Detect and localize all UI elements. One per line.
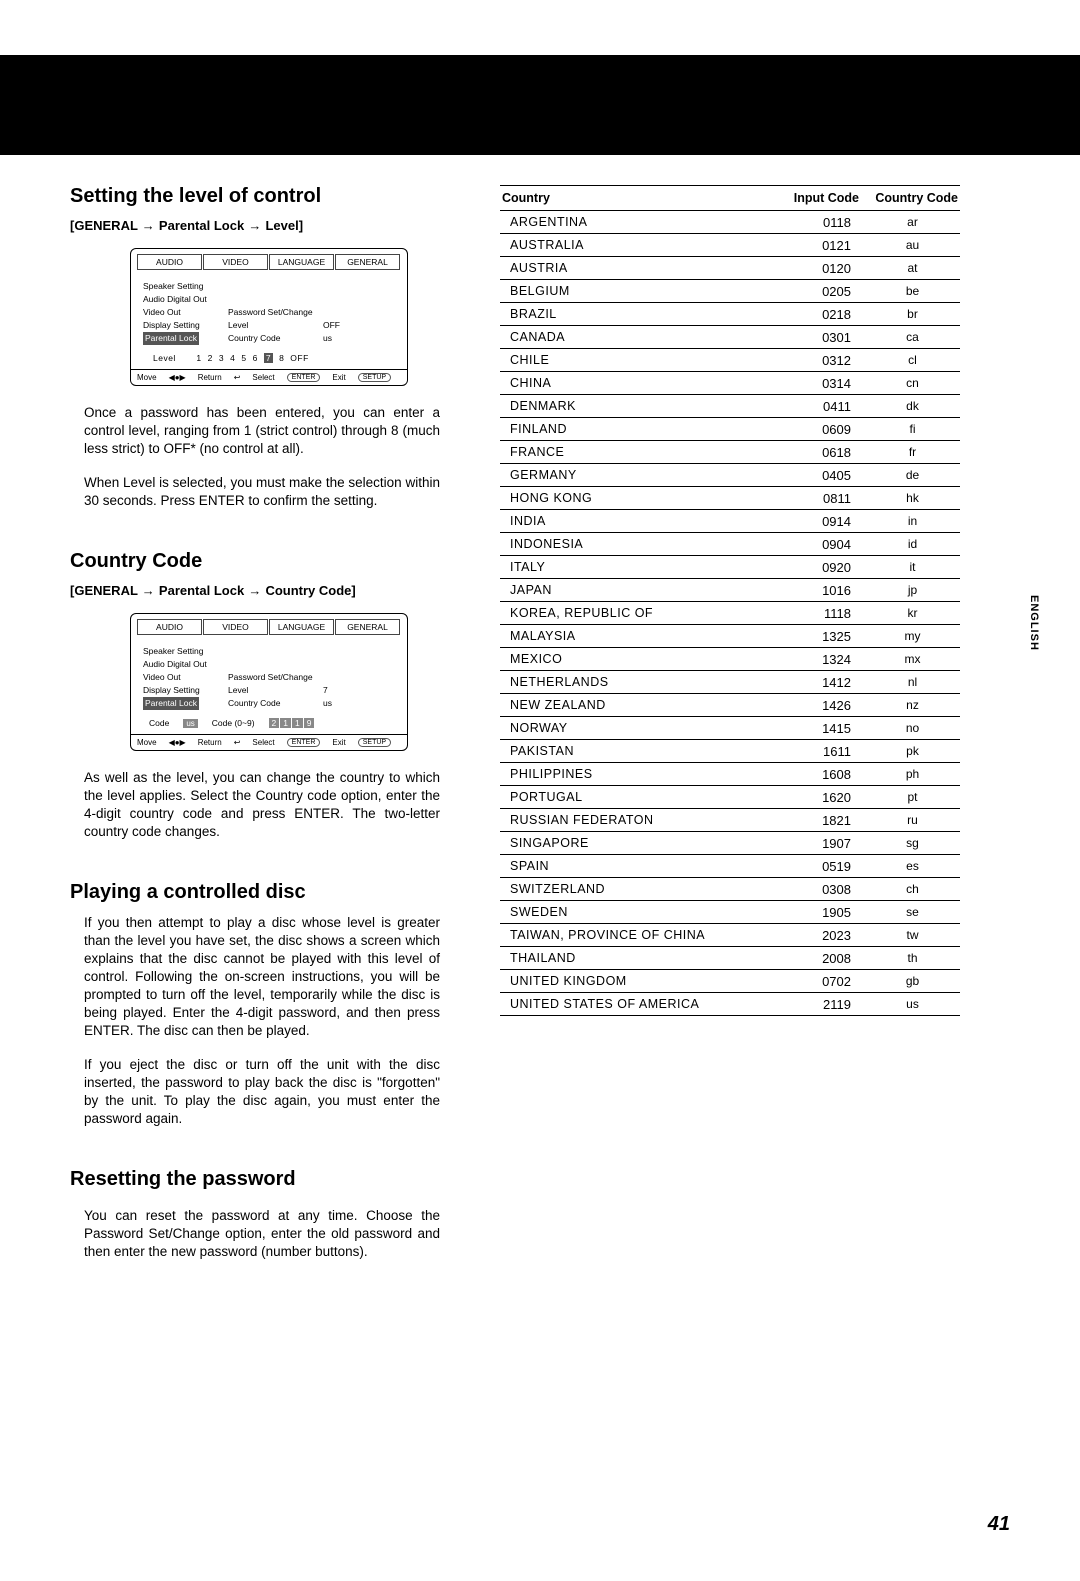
table-row: NEW ZEALAND1426nz	[500, 694, 960, 717]
table-row: NORWAY1415no	[500, 717, 960, 740]
osd-footer: Move◀●▶ Return↩ SelectENTER ExitSETUP	[131, 369, 407, 385]
table-row: PAKISTAN1611pk	[500, 740, 960, 763]
table-row: AUSTRIA0120at	[500, 257, 960, 280]
table-row: MEXICO1324mx	[500, 648, 960, 671]
table-row: CHILE0312cl	[500, 349, 960, 372]
section-country-code: Country Code [GENERAL → Parental Lock → …	[70, 550, 440, 841]
table-row: SWITZERLAND0308ch	[500, 878, 960, 901]
table-row: TAIWAN, PROVINCE OF CHINA2023tw	[500, 924, 960, 947]
table-row: SWEDEN1905se	[500, 901, 960, 924]
osd-tabs: AUDIO VIDEO LANGUAGE GENERAL	[131, 249, 407, 270]
para-playing-1: If you then attempt to play a disc whose…	[84, 914, 440, 1040]
right-column: Country Input Code Country Code ARGENTIN…	[500, 185, 960, 1301]
th-input-code: Input Code	[770, 186, 865, 211]
table-row: FINLAND0609fi	[500, 418, 960, 441]
table-row: PHILIPPINES1608ph	[500, 763, 960, 786]
para-level-1: Once a password has been entered, you ca…	[84, 404, 440, 458]
table-row: DENMARK0411dk	[500, 395, 960, 418]
section-playing-disc: Playing a controlled disc If you then at…	[70, 881, 440, 1128]
osd-tab-general: GENERAL	[335, 254, 400, 270]
table-row: SPAIN0519es	[500, 855, 960, 878]
heading-level-control: Setting the level of control	[70, 185, 440, 208]
table-row: AUSTRALIA0121au	[500, 234, 960, 257]
osd-level-row: Level 1 2 3 4 5 6 7 8 OFF	[143, 353, 399, 363]
th-country-code: Country Code	[865, 186, 960, 211]
section-level-control: Setting the level of control [GENERAL → …	[70, 185, 440, 510]
table-row: INDONESIA0904id	[500, 533, 960, 556]
breadcrumb-country: [GENERAL → Parental Lock → Country Code]	[70, 583, 440, 598]
table-row: SINGAPORE1907sg	[500, 832, 960, 855]
page-content: Setting the level of control [GENERAL → …	[0, 185, 1080, 1301]
osd-code-row: Code us Code (0~9) 2119	[143, 718, 399, 728]
breadcrumb-level: [GENERAL → Parental Lock → Level]	[70, 218, 440, 233]
table-row: UNITED KINGDOM0702gb	[500, 970, 960, 993]
para-playing-2: If you eject the disc or turn off the un…	[84, 1056, 440, 1128]
heading-country-code: Country Code	[70, 550, 440, 573]
table-row: HONG KONG0811hk	[500, 487, 960, 510]
table-row: THAILAND2008th	[500, 947, 960, 970]
section-reset-password: Resetting the password You can reset the…	[70, 1168, 440, 1261]
heading-playing-disc: Playing a controlled disc	[70, 881, 440, 904]
table-row: BRAZIL0218br	[500, 303, 960, 326]
osd-level: AUDIO VIDEO LANGUAGE GENERAL Speaker Set…	[130, 248, 408, 386]
osd-country: AUDIO VIDEO LANGUAGE GENERAL Speaker Set…	[130, 613, 408, 751]
header-blackbar	[0, 55, 1080, 155]
table-row: KOREA, REPUBLIC OF1118kr	[500, 602, 960, 625]
table-row: UNITED STATES OF AMERICA2119us	[500, 993, 960, 1016]
para-country-1: As well as the level, you can change the…	[84, 769, 440, 841]
osd-highlight-parental: Parental Lock	[143, 332, 199, 345]
table-row: ARGENTINA0118ar	[500, 211, 960, 234]
osd-tab-language: LANGUAGE	[269, 254, 334, 270]
para-level-2: When Level is selected, you must make th…	[84, 474, 440, 510]
page-number: 41	[988, 1513, 1010, 1536]
table-row: GERMANY0405de	[500, 464, 960, 487]
table-row: INDIA0914in	[500, 510, 960, 533]
table-row: CHINA0314cn	[500, 372, 960, 395]
osd-body: Speaker Setting Audio Digital Out Video …	[131, 270, 407, 369]
table-row: CANADA0301ca	[500, 326, 960, 349]
para-reset-1: You can reset the password at any time. …	[84, 1207, 440, 1261]
country-code-table: Country Input Code Country Code ARGENTIN…	[500, 185, 960, 1016]
table-row: NETHERLANDS1412nl	[500, 671, 960, 694]
heading-reset-password: Resetting the password	[70, 1168, 440, 1191]
table-row: ITALY0920it	[500, 556, 960, 579]
table-row: JAPAN1016jp	[500, 579, 960, 602]
osd-tab-audio: AUDIO	[137, 254, 202, 270]
th-country: Country	[500, 186, 770, 211]
osd-tab-video: VIDEO	[203, 254, 268, 270]
table-row: RUSSIAN FEDERATON1821ru	[500, 809, 960, 832]
left-column: Setting the level of control [GENERAL → …	[70, 185, 440, 1301]
table-row: FRANCE0618fr	[500, 441, 960, 464]
language-tab: ENGLISH	[1028, 595, 1040, 651]
table-row: PORTUGAL1620pt	[500, 786, 960, 809]
table-row: BELGIUM0205be	[500, 280, 960, 303]
table-row: MALAYSIA1325my	[500, 625, 960, 648]
